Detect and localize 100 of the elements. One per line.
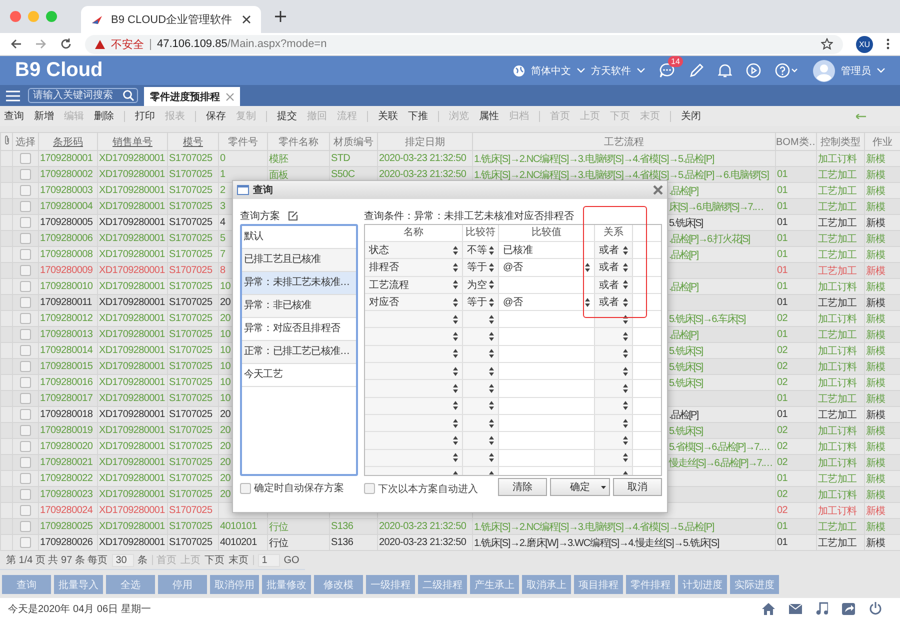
column-header[interactable]: 排定日期	[378, 132, 472, 150]
row-checkbox[interactable]	[20, 424, 31, 436]
spinner-icon[interactable]	[489, 298, 494, 307]
dialog-button[interactable]: 取消	[613, 478, 662, 496]
row-checkbox[interactable]	[20, 184, 31, 196]
spinner-icon[interactable]	[453, 366, 458, 376]
spinner-icon[interactable]	[489, 314, 494, 324]
scheme-item[interactable]: 异常：未排工艺未核准…	[242, 272, 356, 295]
confirm-button[interactable]: 确定	[550, 478, 610, 496]
column-header[interactable]: 零件号	[218, 132, 268, 150]
browser-tab[interactable]: B9 CLOUD企业管理软件	[81, 6, 261, 33]
toolbar-button[interactable]: 关联	[378, 109, 398, 123]
row-checkbox[interactable]	[20, 344, 31, 356]
toolbar-button[interactable]: 关闭	[681, 109, 701, 123]
scheme-item[interactable]: 异常：非已核准	[242, 295, 356, 318]
row-checkbox[interactable]	[20, 520, 31, 532]
table-cell[interactable]: 状态	[369, 243, 389, 258]
spinner-icon[interactable]	[453, 332, 458, 342]
row-checkbox[interactable]	[20, 504, 31, 516]
spinner-icon[interactable]	[585, 298, 590, 307]
pencil-icon[interactable]	[689, 63, 704, 78]
row-checkbox[interactable]	[20, 536, 31, 548]
address-bar[interactable]: 不安全 47.106.109.85/Main.aspx?mode=n	[85, 34, 843, 54]
row-checkbox[interactable]	[20, 376, 31, 388]
company-menu[interactable]: 方天软件	[591, 64, 645, 78]
row-checkbox[interactable]	[20, 408, 31, 420]
spinner-icon[interactable]	[453, 384, 458, 394]
spinner-icon[interactable]	[489, 384, 494, 394]
column-header[interactable]: 选择	[12, 132, 38, 150]
user-menu[interactable]: 管理员	[841, 64, 885, 78]
row-checkbox[interactable]	[20, 296, 31, 308]
row-checkbox[interactable]	[20, 360, 31, 372]
spinner-icon[interactable]	[489, 349, 494, 358]
profile-avatar[interactable]: XU	[856, 36, 873, 52]
music-icon[interactable]	[816, 602, 828, 615]
spinner-icon[interactable]	[623, 314, 628, 324]
spinner-icon[interactable]	[453, 246, 458, 255]
scheme-item[interactable]: 已排工艺且已核准	[242, 249, 356, 272]
share-icon[interactable]	[842, 602, 855, 614]
column-header[interactable]: 作业	[864, 132, 900, 150]
row-checkbox[interactable]	[20, 168, 31, 180]
reload-icon[interactable]	[60, 38, 72, 50]
row-checkbox[interactable]	[20, 248, 31, 260]
spinner-icon[interactable]	[623, 262, 628, 272]
toolbar-button[interactable]: 下推	[408, 109, 428, 123]
row-checkbox[interactable]	[20, 264, 31, 276]
toolbar-button[interactable]: 保存	[206, 109, 226, 123]
spinner-icon[interactable]	[623, 401, 628, 410]
row-checkbox[interactable]	[20, 152, 31, 164]
table-cell[interactable]: @否	[503, 260, 524, 274]
column-header[interactable]: 模号	[168, 132, 218, 150]
spinner-icon[interactable]	[453, 349, 458, 358]
power-icon[interactable]	[869, 602, 882, 615]
spinner-icon[interactable]	[585, 262, 590, 272]
spinner-icon[interactable]	[623, 436, 628, 445]
row-checkbox[interactable]	[20, 280, 31, 292]
edit-icon[interactable]	[288, 210, 298, 220]
menu-icon[interactable]	[6, 90, 20, 102]
back-icon[interactable]	[10, 38, 22, 50]
play-icon[interactable]	[746, 63, 761, 78]
spinner-icon[interactable]	[489, 418, 494, 428]
chevron-icon[interactable]	[877, 68, 885, 73]
toolbar-button[interactable]: 新增	[34, 109, 54, 123]
row-checkbox[interactable]	[20, 232, 31, 244]
spinner-icon[interactable]	[489, 280, 494, 290]
column-header[interactable]: 零件名称	[268, 132, 330, 150]
spinner-icon[interactable]	[623, 298, 628, 307]
toolbar-button[interactable]: 打印	[135, 109, 155, 123]
spinner-icon[interactable]	[623, 453, 628, 462]
spinner-icon[interactable]	[623, 280, 628, 290]
spinner-icon[interactable]	[489, 453, 494, 462]
page-tab[interactable]: 零件进度预排程	[144, 87, 240, 106]
row-checkbox[interactable]	[20, 216, 31, 228]
spinner-icon[interactable]	[453, 314, 458, 324]
row-checkbox[interactable]	[20, 472, 31, 484]
new-tab-icon[interactable]	[275, 11, 286, 22]
spinner-icon[interactable]	[453, 453, 458, 462]
spinner-icon[interactable]	[489, 246, 494, 255]
dialog-button[interactable]: 清除	[498, 478, 547, 496]
spinner-icon[interactable]	[453, 401, 458, 410]
chevron-icon[interactable]	[577, 68, 585, 73]
spinner-icon[interactable]	[489, 401, 494, 410]
close-icon[interactable]	[242, 15, 251, 24]
row-checkbox[interactable]	[20, 488, 31, 500]
row-checkbox[interactable]	[20, 200, 31, 212]
column-header[interactable]: 材质编号	[330, 132, 378, 150]
chevron-icon[interactable]	[637, 68, 645, 73]
row-checkbox[interactable]	[20, 328, 31, 340]
spinner-icon[interactable]	[623, 246, 628, 255]
home-icon[interactable]	[762, 602, 775, 614]
spinner-icon[interactable]	[453, 436, 458, 445]
star-icon[interactable]	[821, 38, 833, 50]
column-header[interactable]: 工艺流程	[472, 132, 776, 150]
language-menu[interactable]: 简体中文	[531, 64, 585, 78]
toolbar-button[interactable]: 删除	[94, 109, 114, 123]
spinner-icon[interactable]	[623, 366, 628, 376]
checkbox[interactable]	[240, 482, 251, 494]
spinner-icon[interactable]	[623, 418, 628, 428]
pager-link[interactable]: 末页	[228, 553, 249, 567]
column-header[interactable]: 条形码	[38, 132, 98, 150]
